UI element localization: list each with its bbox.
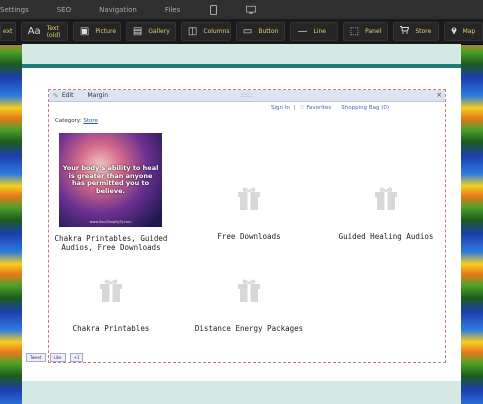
menu-navigation[interactable]: Navigation — [99, 6, 137, 14]
toolbar-text[interactable]: ext — [0, 22, 16, 41]
item-label: Free Downloads — [217, 232, 281, 241]
footer-strip — [22, 381, 461, 404]
gift-icon — [375, 186, 397, 212]
toolbar-picture[interactable]: ▣ Picture — [72, 22, 121, 41]
background-left — [0, 0, 22, 404]
toolbar-line-label: Line — [313, 28, 326, 35]
gift-icon — [238, 186, 260, 212]
toolbar-text-old[interactable]: Aa Text (old) — [20, 22, 68, 41]
toolbar-gallery[interactable]: ▤ Gallery — [125, 22, 176, 41]
menu-settings[interactable]: Settings — [0, 6, 29, 14]
map-pin-icon — [451, 26, 457, 38]
edit-label: Edit — [61, 92, 74, 99]
gift-icon — [100, 278, 122, 304]
toolbar-button-label: Button — [258, 28, 279, 35]
gift-icon — [238, 278, 260, 304]
button-icon: ▭ — [242, 26, 253, 37]
plus-one-button[interactable]: +1 — [69, 353, 84, 362]
text-old-icon: Aa — [27, 26, 41, 37]
like-button[interactable]: Like — [49, 353, 66, 362]
toolbar-columns[interactable]: ◫ Columns — [180, 22, 231, 41]
margin-button[interactable]: Margin — [88, 92, 109, 99]
edit-button[interactable]: ✎ Edit — [53, 92, 74, 100]
menu-seo[interactable]: SEO — [57, 6, 71, 14]
store-links: Sign In | ♡ Favorites Shopping Bag (0) — [271, 105, 389, 111]
tweet-button[interactable]: Tweet — [26, 353, 46, 362]
thumbnail-caption: Your body's ability to heal is greater t… — [62, 164, 159, 195]
store-item-guided-healing-audios[interactable]: Guided Healing Audios — [334, 186, 438, 241]
line-icon: — — [297, 26, 308, 37]
columns-icon: ◫ — [187, 26, 198, 37]
toolbar-text-old-label: Text (old) — [46, 24, 61, 39]
store-item-chakra-printables[interactable]: Chakra Printables — [59, 278, 163, 333]
toolbar-map[interactable]: Map — [443, 22, 483, 41]
toolbar-store-label: Store — [415, 28, 432, 35]
gallery-icon: ▤ — [132, 26, 143, 37]
drag-handle-icon[interactable]: :::: — [241, 92, 253, 99]
element-toolbar: ext Aa Text (old) ▣ Picture ▤ Gallery ◫ … — [0, 19, 483, 45]
toolbar-map-label: Map — [462, 28, 476, 35]
shopping-bag-link[interactable]: Shopping Bag (0) — [341, 105, 389, 111]
toolbar-line[interactable]: — Line — [290, 22, 338, 41]
toolbar-text-label: ext — [3, 28, 13, 35]
item-label: Chakra Printables, Guided Audios, Free D… — [54, 234, 168, 252]
menu-files[interactable]: Files — [165, 6, 180, 14]
cart-icon — [400, 26, 410, 37]
sign-in-link[interactable]: Sign In — [271, 105, 290, 111]
toolbar-store[interactable]: Store — [393, 22, 439, 41]
store-item-chakra-printables-guided[interactable]: Chakra Printables, Guided Audios, Free D… — [53, 234, 169, 252]
background-right — [461, 0, 483, 404]
category-line: Category: Store — [55, 118, 98, 124]
picture-icon: ▣ — [79, 26, 90, 37]
link-separator: | — [293, 105, 296, 111]
item-label: Guided Healing Audios — [338, 232, 434, 241]
close-icon[interactable]: × — [436, 91, 442, 99]
store-item-distance-energy-packages[interactable]: Distance Energy Packages — [189, 278, 309, 333]
toolbar-picture-label: Picture — [95, 28, 117, 35]
toolbar-button[interactable]: ▭ Button — [235, 22, 286, 41]
pencil-icon: ✎ — [53, 91, 59, 100]
page-canvas: ✎ Edit Margin :::: × Sign In | ♡ Favorit… — [22, 44, 461, 404]
item-label: Chakra Printables — [72, 324, 150, 333]
mobile-icon[interactable] — [208, 4, 218, 15]
widget-edit-bar: ✎ Edit Margin :::: × — [49, 90, 445, 102]
product-thumbnail[interactable]: Your body's ability to heal is greater t… — [59, 133, 162, 227]
top-menu-bar: Settings SEO Navigation Files — [0, 0, 483, 19]
desktop-icon[interactable] — [246, 5, 257, 15]
category-label: Category: — [55, 118, 82, 124]
panel-icon: ⬚ — [349, 26, 360, 37]
social-buttons: Tweet Like +1 — [26, 353, 84, 362]
toolbar-columns-label: Columns — [203, 28, 230, 35]
store-item-free-downloads[interactable]: Free Downloads — [199, 186, 299, 241]
favorites-link[interactable]: ♡ Favorites — [300, 105, 332, 111]
category-link[interactable]: Store — [83, 118, 98, 124]
page-header-strip — [22, 44, 461, 64]
thumbnail-watermark: www.SoulShopByTy.com — [89, 220, 132, 224]
item-label: Distance Energy Packages — [194, 324, 304, 333]
toolbar-panel[interactable]: ⬚ Panel — [342, 22, 389, 41]
toolbar-gallery-label: Gallery — [148, 28, 170, 35]
toolbar-panel-label: Panel — [365, 28, 382, 35]
store-widget[interactable]: ✎ Edit Margin :::: × Sign In | ♡ Favorit… — [48, 89, 446, 363]
